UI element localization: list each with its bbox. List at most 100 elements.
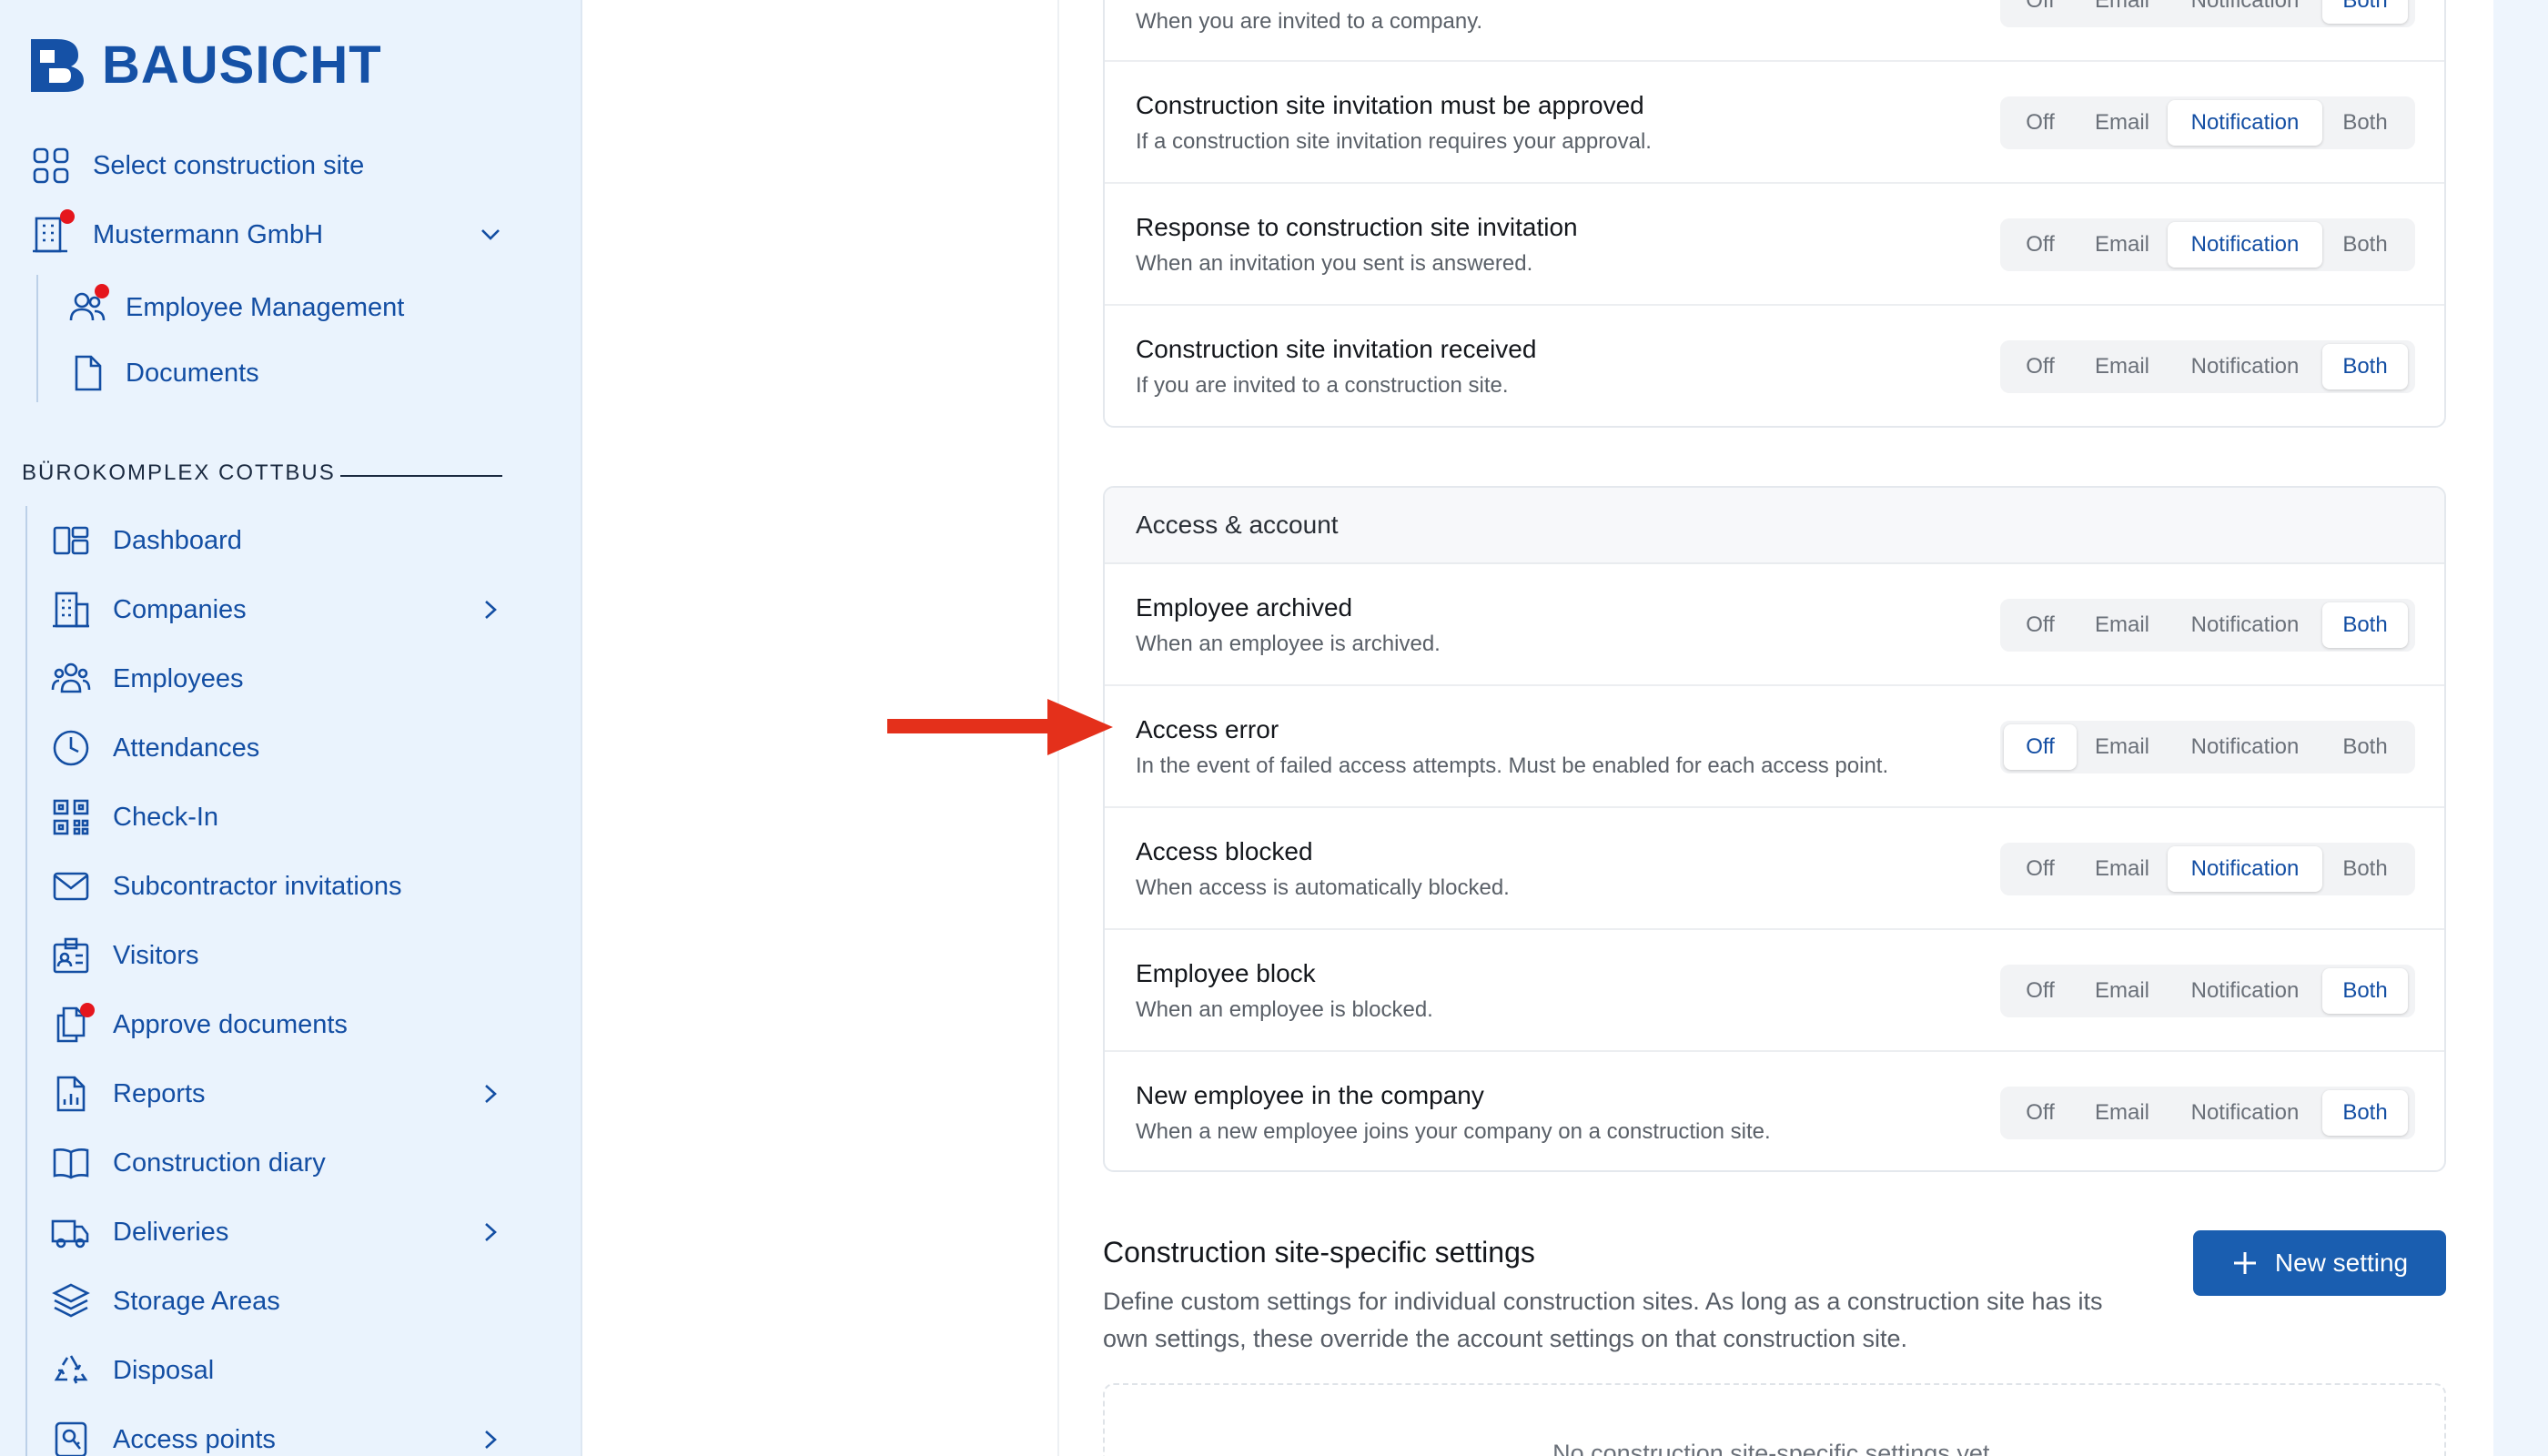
option-notification[interactable]: Notification [2168, 602, 2322, 648]
clock-icon [51, 728, 91, 768]
option-both[interactable]: Both [2322, 100, 2408, 146]
option-off[interactable]: Off [2004, 724, 2077, 770]
option-notification[interactable]: Notification [2168, 846, 2322, 892]
sidebar-item-label: Access points [113, 1424, 276, 1454]
option-both[interactable]: Both [2322, 602, 2408, 648]
option-email[interactable]: Email [2077, 724, 2168, 770]
sidebar-item-dashboard[interactable]: Dashboard [51, 515, 504, 566]
option-off[interactable]: Off [2004, 0, 2077, 24]
recycle-icon [51, 1350, 91, 1390]
row-description: If you are invited to a construction sit… [1136, 373, 1509, 398]
notification-mode-selector: Off Email Notification Both [2000, 965, 2415, 1017]
option-email[interactable]: Email [2077, 846, 2168, 892]
sidebar-item-employees[interactable]: Employees [51, 653, 504, 704]
section-divider [340, 475, 502, 477]
option-email[interactable]: Email [2077, 1090, 2168, 1136]
tree-line [25, 506, 27, 1456]
notification-mode-selector: Off Email Notification Both [2000, 599, 2415, 652]
company-selector[interactable]: Mustermann GmbH [31, 209, 504, 260]
chevron-right-icon[interactable] [477, 1080, 504, 1107]
notification-row: Access blocked When access is automatical… [1105, 808, 2444, 930]
option-both[interactable]: Both [2322, 724, 2408, 770]
option-notification[interactable]: Notification [2168, 344, 2322, 389]
notification-row: Construction site invitation must be app… [1105, 62, 2444, 184]
new-setting-button[interactable]: New setting [2193, 1230, 2446, 1296]
option-email[interactable]: Email [2077, 222, 2168, 268]
option-email[interactable]: Email [2077, 968, 2168, 1014]
sidebar-item-check-in[interactable]: Check-In [51, 792, 504, 843]
building-icon [51, 590, 91, 630]
report-icon [51, 1074, 91, 1114]
sidebar-item-documents[interactable]: Documents [67, 348, 259, 399]
sidebar-item-label: Dashboard [113, 525, 242, 555]
notification-card-access: Access & account Employee archived When a… [1103, 486, 2446, 1172]
option-email[interactable]: Email [2077, 602, 2168, 648]
sidebar-item-label: Construction diary [113, 1148, 326, 1178]
sidebar-item-label: Visitors [113, 940, 199, 970]
sidebar-item-employee-management[interactable]: Employee Management [67, 282, 404, 333]
option-off[interactable]: Off [2004, 1090, 2077, 1136]
sidebar-item-disposal[interactable]: Disposal [51, 1345, 504, 1396]
notification-row: Employee block When an employee is blocke… [1105, 930, 2444, 1052]
option-email[interactable]: Email [2077, 344, 2168, 389]
option-off[interactable]: Off [2004, 344, 2077, 389]
option-notification[interactable]: Notification [2168, 968, 2322, 1014]
logo[interactable]: BAUSICHT [27, 35, 382, 96]
option-both[interactable]: Both [2322, 344, 2408, 389]
option-notification[interactable]: Notification [2168, 0, 2322, 24]
qr-code-icon [51, 797, 91, 837]
sidebar-item-subcontractor-invitations[interactable]: Subcontractor invitations [51, 861, 504, 912]
notification-dot [95, 284, 109, 298]
row-title: Construction site invitation must be app… [1136, 91, 1644, 119]
site-settings-title: Construction site-specific settings [1103, 1236, 1535, 1269]
notification-mode-selector: Off Email Notification Both [2000, 721, 2415, 774]
option-both[interactable]: Both [2322, 1090, 2408, 1136]
option-off[interactable]: Off [2004, 602, 2077, 648]
sidebar-item-approve-documents[interactable]: Approve documents [51, 999, 504, 1050]
layers-icon [51, 1281, 91, 1321]
option-email[interactable]: Email [2077, 100, 2168, 146]
row-description: When an invitation you sent is answered. [1136, 251, 1533, 276]
option-both[interactable]: Both [2322, 222, 2408, 268]
select-construction-site[interactable]: Select construction site [31, 140, 364, 191]
option-off[interactable]: Off [2004, 968, 2077, 1014]
sidebar-item-label: Attendances [113, 733, 260, 763]
option-off[interactable]: Off [2004, 846, 2077, 892]
grid-icon [31, 146, 71, 186]
tree-line [36, 275, 38, 402]
sidebar-item-companies[interactable]: Companies [51, 584, 504, 635]
sidebar-item-visitors[interactable]: Visitors [51, 930, 504, 981]
chevron-right-icon[interactable] [477, 1218, 504, 1246]
chevron-right-icon[interactable] [477, 596, 504, 623]
chevron-down-icon[interactable] [477, 221, 504, 248]
option-notification[interactable]: Notification [2168, 100, 2322, 146]
notification-row: Employee archived When an employee is arc… [1105, 564, 2444, 686]
sidebar-item-attendances[interactable]: Attendances [51, 723, 504, 774]
option-notification[interactable]: Notification [2168, 1090, 2322, 1136]
brand-name: BAUSICHT [102, 35, 382, 95]
sidebar-item-construction-diary[interactable]: Construction diary [51, 1138, 504, 1188]
sidebar-item-storage-areas[interactable]: Storage Areas [51, 1276, 504, 1327]
option-both[interactable]: Both [2322, 846, 2408, 892]
row-title: New employee in the company [1136, 1081, 1484, 1109]
option-off[interactable]: Off [2004, 100, 2077, 146]
notification-dot [60, 209, 75, 224]
sidebar-item-reports[interactable]: Reports [51, 1068, 504, 1119]
sidebar-item-access-points[interactable]: Access points [51, 1414, 504, 1456]
dashboard-icon [51, 521, 91, 561]
card-header: Access & account [1105, 488, 2444, 564]
option-email[interactable]: Email [2077, 0, 2168, 24]
option-both[interactable]: Both [2322, 0, 2408, 24]
option-notification[interactable]: Notification [2168, 724, 2322, 770]
documents-icon [51, 1003, 95, 1045]
row-title: Employee block [1136, 959, 1316, 987]
option-off[interactable]: Off [2004, 222, 2077, 268]
chevron-right-icon[interactable] [477, 1426, 504, 1453]
empty-settings-text: No construction site-specific settings y… [1552, 1440, 1997, 1456]
option-notification[interactable]: Notification [2168, 222, 2322, 268]
sidebar-item-deliveries[interactable]: Deliveries [51, 1207, 504, 1258]
envelope-icon [51, 866, 91, 906]
option-both[interactable]: Both [2322, 968, 2408, 1014]
company-name: Mustermann GmbH [93, 219, 324, 249]
notification-row: Response to construction site invitation… [1105, 184, 2444, 306]
